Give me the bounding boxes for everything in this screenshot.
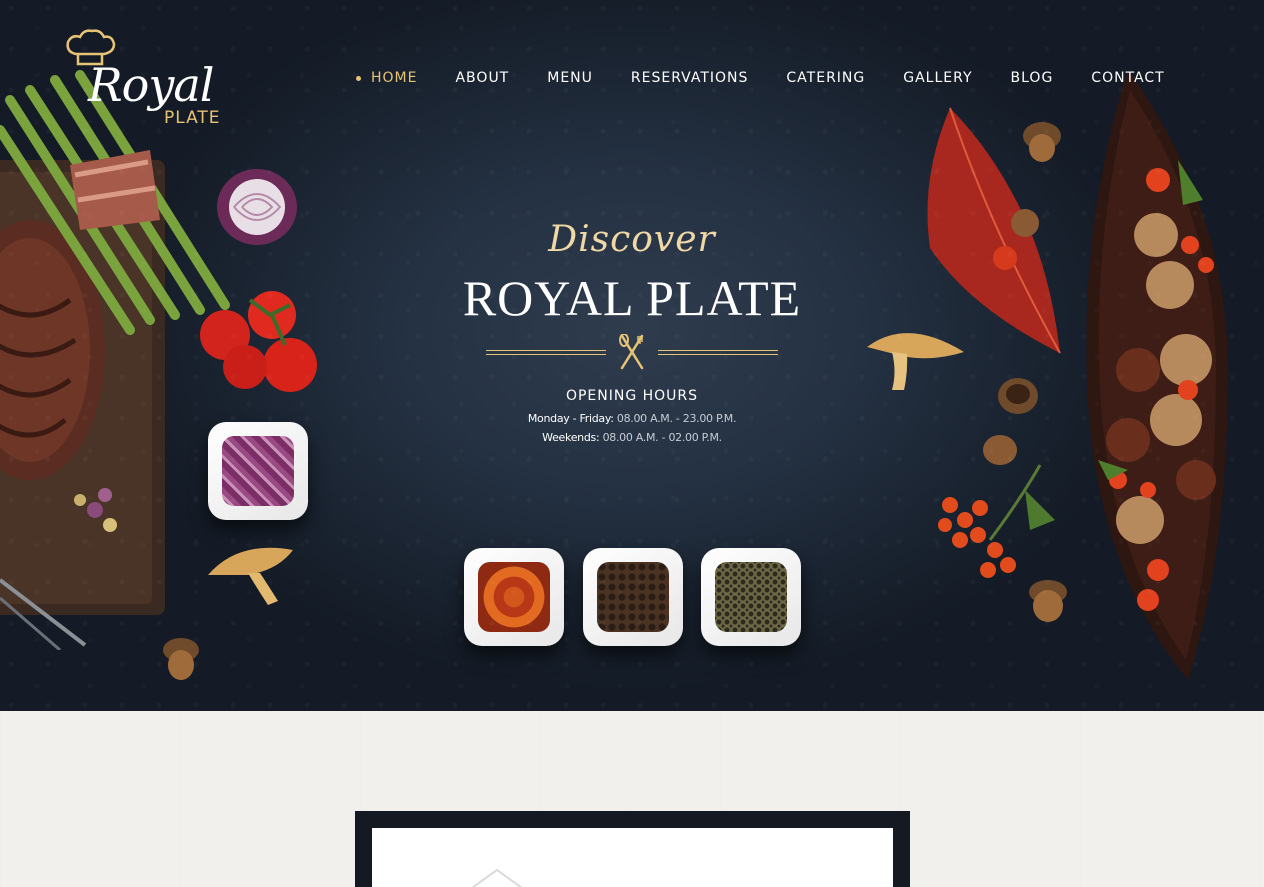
berries-image: [938, 464, 1055, 578]
onion-image: [217, 169, 297, 245]
hero-section: Royal PLATE HOME ABOUT MENU RESERVATIONS…: [0, 0, 1264, 711]
hours-weekends-value: 08.00 A.M. - 02.00 P.M.: [602, 431, 723, 444]
nav-reservations[interactable]: RESERVATIONS: [631, 70, 749, 86]
nav-about[interactable]: ABOUT: [455, 70, 509, 86]
chili-bowl: [464, 548, 564, 646]
opening-hours-title: OPENING HOURS: [565, 388, 699, 404]
content-frame-inner: [372, 828, 893, 887]
content-frame: [355, 811, 910, 887]
cutlery-icon: [619, 334, 644, 370]
hours-weekends-label: Weekends:: [542, 431, 600, 444]
logo-wordmark: Royal: [88, 58, 214, 112]
hours-weekdays: Monday - Friday: 08.00 A.M. - 23.00 P.M.: [432, 412, 832, 425]
hours-weekends: Weekends: 08.00 A.M. - 02.00 P.M.: [432, 431, 832, 444]
nut-tray-image: [1086, 70, 1228, 680]
nav-home[interactable]: HOME: [356, 70, 417, 86]
knife-image: [0, 578, 87, 650]
mixed-pepper-bowl: [701, 548, 801, 646]
acorn-image-3: [998, 378, 1038, 414]
main-nav: HOME ABOUT MENU RESERVATIONS CATERING GA…: [356, 68, 1165, 88]
house-roof-icon: [472, 868, 522, 887]
site-logo[interactable]: Royal PLATE: [62, 28, 222, 132]
logo-subtitle: PLATE: [164, 108, 221, 128]
hours-weekdays-label: Monday - Friday:: [527, 412, 614, 425]
nav-catering[interactable]: CATERING: [786, 70, 865, 86]
acorn-image-5: [1029, 580, 1067, 622]
hours-weekdays-value: 08.00 A.M. - 23.00 P.M.: [616, 412, 737, 425]
tomatoes-image: [200, 291, 317, 392]
nav-home-label: HOME: [371, 70, 418, 86]
diced-onion-bowl: [208, 422, 308, 520]
hero-script-title: Discover: [548, 219, 716, 260]
divider-line-right: [658, 350, 778, 355]
acorn-image-2: [1023, 122, 1061, 162]
chanterelle-image: [867, 333, 964, 390]
acorn-image: [163, 638, 199, 680]
peppercorn-bowl: [583, 548, 683, 646]
hero-content: Discover ROYAL PLATE OPENING HOURS Monda…: [432, 210, 832, 444]
nav-blog[interactable]: BLOG: [1011, 70, 1054, 86]
active-dot-icon: [356, 75, 361, 81]
nav-gallery[interactable]: GALLERY: [903, 70, 972, 86]
hero-title: ROYAL PLATE: [462, 270, 802, 326]
nav-menu[interactable]: MENU: [547, 70, 593, 86]
ornament-divider: [486, 334, 778, 374]
nav-contact[interactable]: CONTACT: [1091, 70, 1164, 86]
mushroom-image: [208, 547, 293, 605]
divider-line-left: [486, 350, 606, 355]
